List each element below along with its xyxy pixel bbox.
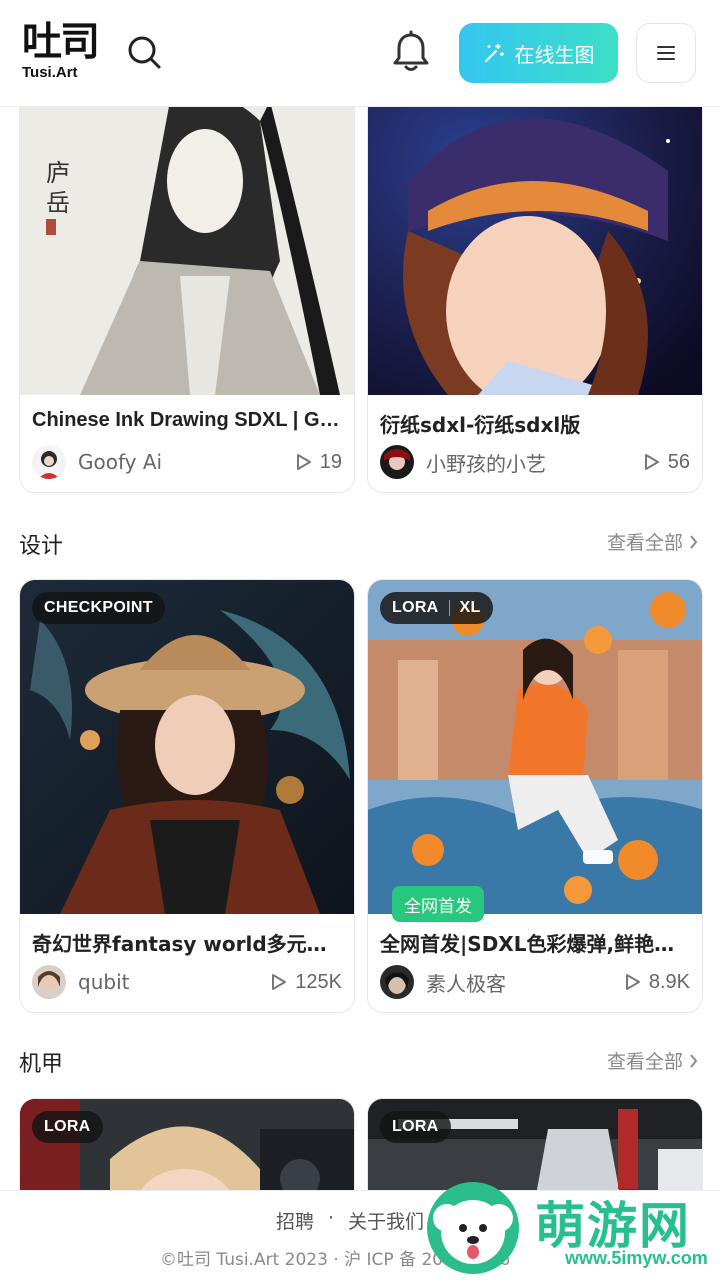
model-title[interactable]: 衍纸sdxl-衍纸sdxl版 [380, 409, 690, 438]
chevron-right-icon [690, 1053, 698, 1068]
play-count-value: 19 [319, 450, 342, 473]
model-type-badge: LORA [32, 1111, 103, 1143]
play-count: 56 [644, 451, 690, 474]
author-avatar[interactable] [32, 965, 66, 999]
play-count-value: 8.9K [648, 970, 690, 993]
badge-label: CHECKPOINT [44, 599, 153, 616]
online-generate-label: 在线生图 [514, 42, 595, 67]
play-count: 125K [271, 971, 342, 994]
bell-icon [393, 30, 429, 71]
notification-button[interactable] [390, 30, 432, 74]
section-title-mecha: 机甲 [19, 1052, 64, 1077]
model-thumbnail [368, 61, 702, 395]
menu-button[interactable] [636, 23, 696, 83]
model-meta: Goofy Ai 19 [32, 444, 342, 480]
play-count-value: 125K [295, 970, 342, 993]
model-type-badge: LORA XL [380, 592, 493, 624]
play-icon [644, 454, 659, 470]
model-type-badge: LORA [380, 1111, 451, 1143]
model-title[interactable]: 全网首发|SDXL色彩爆弹,鲜艳是... [380, 928, 690, 957]
play-icon [272, 974, 287, 990]
badge-label: LORA [392, 599, 439, 616]
model-thumbnail: CHECKPOINT [20, 580, 354, 914]
author-name[interactable]: 素人极客 [426, 968, 625, 997]
model-title[interactable]: 奇幻世界fantasy world多元混... [32, 928, 342, 957]
model-card[interactable]: 庐 岳 Chinese Ink Drawing SDXL | Go... Goo… [19, 60, 355, 493]
view-all-link-design[interactable]: 查看全部 [607, 528, 698, 555]
footer-separator: · [327, 1207, 334, 1229]
footer-link-about[interactable]: 关于我们 [348, 1207, 424, 1234]
logo-mark: 吐司 [22, 19, 100, 65]
dog-mascot-icon [427, 1182, 519, 1274]
model-card[interactable]: 衍纸sdxl-衍纸sdxl版 小野孩的小艺 56 [367, 60, 703, 493]
model-title[interactable]: Chinese Ink Drawing SDXL | Go... [32, 409, 342, 432]
svg-text:庐: 庐 [46, 159, 70, 187]
badge-label: LORA [392, 1118, 439, 1135]
hamburger-menu-icon [657, 46, 675, 60]
chevron-right-icon [690, 534, 698, 549]
badge-label: LORA [44, 1118, 91, 1135]
play-count: 19 [296, 451, 342, 474]
online-generate-button[interactable]: 在线生图 [459, 23, 618, 83]
author-name[interactable]: 小野孩的小艺 [426, 448, 644, 477]
badge-separator [448, 600, 450, 616]
watermark-url: www.5imyw.com [565, 1248, 708, 1268]
play-count-value: 56 [667, 450, 690, 473]
model-meta: 小野孩的小艺 56 [380, 444, 690, 480]
site-logo[interactable]: 吐司 Tusi.Art [22, 22, 112, 86]
view-all-link-mecha[interactable]: 查看全部 [607, 1047, 698, 1074]
play-icon [296, 454, 311, 470]
model-thumbnail: 庐 岳 [20, 61, 354, 395]
footer-link-jobs[interactable]: 招聘 [276, 1207, 314, 1234]
sparkle-icon [484, 44, 504, 63]
watermark-overlay: 萌游网 www.5imyw.com [425, 1176, 715, 1276]
search-icon [128, 36, 161, 69]
logo-subtext: Tusi.Art [22, 64, 78, 81]
author-avatar[interactable] [380, 965, 414, 999]
top-header: 吐司 Tusi.Art 在线生图 [0, 0, 720, 107]
model-card[interactable]: CHECKPOINT 奇幻世界fantasy world多元混... qubit… [19, 579, 355, 1013]
author-name[interactable]: qubit [78, 970, 271, 994]
section-title-design: 设计 [19, 534, 64, 559]
model-thumbnail: LORA XL [368, 580, 702, 914]
view-all-label: 查看全部 [606, 1051, 683, 1073]
author-avatar[interactable] [32, 445, 66, 479]
badge-label-secondary: XL [459, 599, 481, 616]
model-meta: 素人极客 8.9K [380, 964, 690, 1000]
search-button[interactable] [124, 32, 164, 72]
first-release-badge: 全网首发 [392, 886, 484, 922]
model-type-badge: CHECKPOINT [32, 592, 165, 624]
play-icon [625, 974, 640, 990]
author-name[interactable]: Goofy Ai [78, 450, 296, 474]
play-count: 8.9K [625, 971, 690, 994]
author-avatar[interactable] [380, 445, 414, 479]
view-all-label: 查看全部 [606, 532, 683, 554]
model-card[interactable]: LORA XL 全网首发 全网首发|SDXL色彩爆弹,鲜艳是... 素人极客 8… [367, 579, 703, 1013]
model-meta: qubit 125K [32, 964, 342, 1000]
svg-text:岳: 岳 [46, 189, 70, 217]
